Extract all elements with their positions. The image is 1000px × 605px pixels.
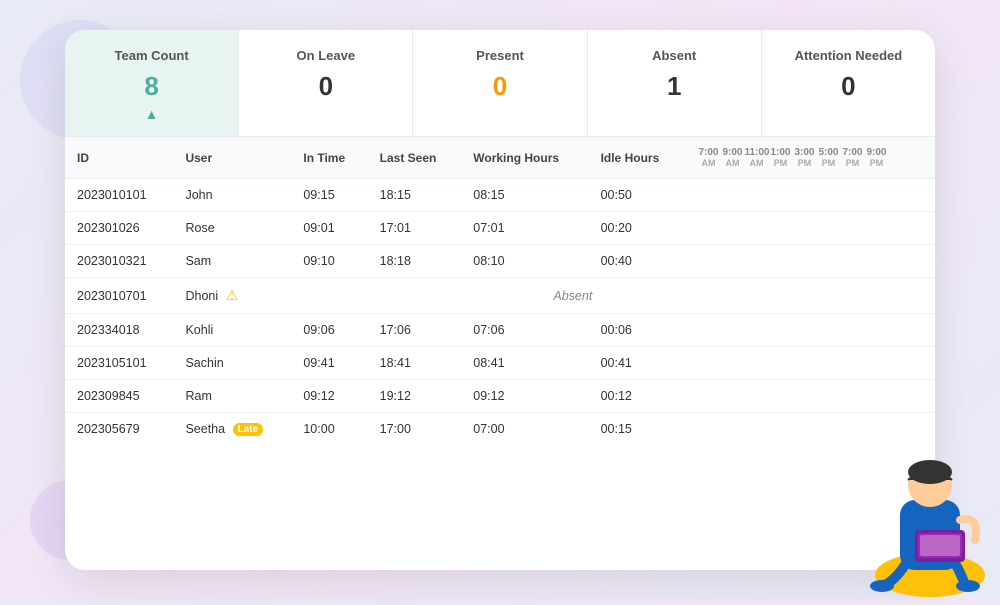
cell-user: Sachin — [173, 347, 291, 380]
stat-card-attention: Attention Needed 0 — [762, 30, 935, 136]
cell-timeline — [684, 179, 935, 212]
stat-card-team-count: Team Count 8 ▲ — [65, 30, 239, 136]
cell-intime: 09:01 — [291, 212, 367, 245]
stat-value-present: 0 — [433, 71, 566, 102]
stat-value-absent: 1 — [608, 71, 741, 102]
stat-value-on-leave: 0 — [259, 71, 392, 102]
cell-workinghours: 07:00 — [461, 413, 588, 446]
cell-workinghours: 08:10 — [461, 245, 588, 278]
cell-timeline — [684, 212, 935, 245]
late-badge: Late — [233, 423, 264, 436]
cell-lastseen: 19:12 — [368, 380, 462, 413]
cell-workinghours: 07:06 — [461, 314, 588, 347]
cell-user: Ram — [173, 380, 291, 413]
cell-id: 202305679 — [65, 413, 173, 446]
cell-user: Sam — [173, 245, 291, 278]
stat-label-present: Present — [433, 48, 566, 63]
col-header-timeline: 7:009:0011:001:003:005:007:009:00AMAMAMP… — [684, 137, 935, 179]
cell-lastseen: 17:06 — [368, 314, 462, 347]
cell-intime: 09:12 — [291, 380, 367, 413]
stat-value-team-count: 8 — [85, 71, 218, 102]
cell-lastseen: 18:18 — [368, 245, 462, 278]
cell-lastseen — [368, 278, 462, 314]
table-row: 2023010321 Sam 09:10 18:18 08:10 00:40 — [65, 245, 935, 278]
table-row: 2023010701 Dhoni ⚠ Absent — [65, 278, 935, 314]
cell-id: 202309845 — [65, 380, 173, 413]
cell-timeline — [684, 314, 935, 347]
table-row: 202334018 Kohli 09:06 17:06 07:06 00:06 — [65, 314, 935, 347]
warning-icon: ⚠ — [226, 287, 239, 303]
cell-idlehours: 00:50 — [589, 179, 685, 212]
col-header-workinghours: Working Hours — [461, 137, 588, 179]
table-body: 2023010101 John 09:15 18:15 08:15 00:50 … — [65, 179, 935, 446]
stat-label-team-count: Team Count — [85, 48, 218, 63]
table-row: 202309845 Ram 09:12 19:12 09:12 00:12 — [65, 380, 935, 413]
cell-lastseen: 17:00 — [368, 413, 462, 446]
cell-intime: 09:06 — [291, 314, 367, 347]
cell-intime: 09:10 — [291, 245, 367, 278]
cell-user: John — [173, 179, 291, 212]
table-row: 202305679 Seetha Late 10:00 17:00 07:00 … — [65, 413, 935, 446]
illustration — [850, 400, 1000, 600]
col-header-idlehours: Idle Hours — [589, 137, 685, 179]
main-card: Team Count 8 ▲ On Leave 0 Present 0 Abse… — [65, 30, 935, 570]
col-header-intime: In Time — [291, 137, 367, 179]
cell-lastseen: 17:01 — [368, 212, 462, 245]
stat-label-absent: Absent — [608, 48, 741, 63]
table-container: ID User In Time Last Seen Working Hours … — [65, 137, 935, 445]
cell-idlehours: 00:06 — [589, 314, 685, 347]
stat-card-present: Present 0 — [413, 30, 587, 136]
stat-arrow: ▲ — [85, 106, 218, 122]
col-header-id: ID — [65, 137, 173, 179]
stat-label-on-leave: On Leave — [259, 48, 392, 63]
cell-workinghours: 08:15 — [461, 179, 588, 212]
cell-idlehours: 00:41 — [589, 347, 685, 380]
cell-id: 202301026 — [65, 212, 173, 245]
cell-user: Dhoni ⚠ — [173, 278, 291, 314]
cell-timeline — [684, 347, 935, 380]
cell-idlehours: 00:12 — [589, 380, 685, 413]
stat-value-attention: 0 — [782, 71, 915, 102]
cell-user: Rose — [173, 212, 291, 245]
cell-intime: 09:41 — [291, 347, 367, 380]
attendance-table: ID User In Time Last Seen Working Hours … — [65, 137, 935, 445]
cell-workinghours: 08:41 — [461, 347, 588, 380]
cell-user: Seetha Late — [173, 413, 291, 446]
cell-user: Kohli — [173, 314, 291, 347]
table-row: 2023105101 Sachin 09:41 18:41 08:41 00:4… — [65, 347, 935, 380]
cell-id: 2023105101 — [65, 347, 173, 380]
cell-timeline — [684, 245, 935, 278]
cell-idlehours: 00:20 — [589, 212, 685, 245]
col-header-lastseen: Last Seen — [368, 137, 462, 179]
stats-row: Team Count 8 ▲ On Leave 0 Present 0 Abse… — [65, 30, 935, 137]
stat-label-attention: Attention Needed — [782, 48, 915, 63]
table-row: 202301026 Rose 09:01 17:01 07:01 00:20 — [65, 212, 935, 245]
stat-card-absent: Absent 1 — [588, 30, 762, 136]
cell-intime: 10:00 — [291, 413, 367, 446]
cell-id: 2023010701 — [65, 278, 173, 314]
stat-card-on-leave: On Leave 0 — [239, 30, 413, 136]
cell-idlehours: 00:15 — [589, 413, 685, 446]
cell-intime: 09:15 — [291, 179, 367, 212]
cell-intime — [291, 278, 367, 314]
cell-idlehours: 00:40 — [589, 245, 685, 278]
cell-timeline — [684, 278, 935, 314]
cell-id: 2023010321 — [65, 245, 173, 278]
cell-workinghours: 09:12 — [461, 380, 588, 413]
table-row: 2023010101 John 09:15 18:15 08:15 00:50 — [65, 179, 935, 212]
cell-lastseen: 18:41 — [368, 347, 462, 380]
cell-lastseen: 18:15 — [368, 179, 462, 212]
cell-id: 202334018 — [65, 314, 173, 347]
cell-workinghours: 07:01 — [461, 212, 588, 245]
cell-workinghours: Absent — [461, 278, 684, 314]
cell-id: 2023010101 — [65, 179, 173, 212]
table-header: ID User In Time Last Seen Working Hours … — [65, 137, 935, 179]
col-header-user: User — [173, 137, 291, 179]
